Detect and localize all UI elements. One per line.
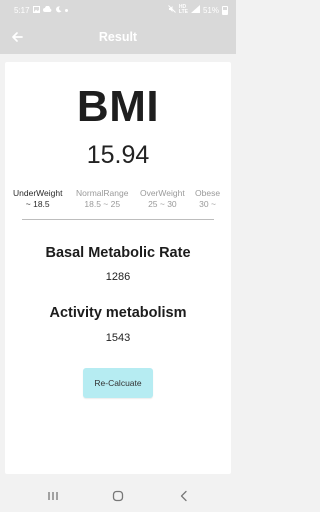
signal-icon xyxy=(190,5,200,15)
range-overweight: OverWeight 25 ~ 30 xyxy=(140,188,185,210)
home-icon xyxy=(112,490,124,502)
back-button[interactable] xyxy=(8,28,26,46)
cloud-icon xyxy=(42,5,52,14)
divider xyxy=(22,219,214,220)
moon-icon xyxy=(55,5,62,15)
page-title: Result xyxy=(98,30,138,44)
status-bar: 5:17 HD LTE 51% xyxy=(0,0,236,20)
arrow-left-icon xyxy=(12,32,23,42)
bmi-range-scale: UnderWeight ~ 18.5 NormalRange 18.5 ~ 25… xyxy=(5,188,231,214)
app-bar: Result xyxy=(0,20,236,54)
range-values: 18.5 ~ 25 xyxy=(84,199,121,209)
gallery-icon xyxy=(32,5,40,15)
mute-icon xyxy=(168,5,176,15)
recent-apps-icon xyxy=(48,492,58,500)
status-left: 5:17 xyxy=(14,5,68,15)
range-underweight: UnderWeight ~ 18.5 xyxy=(13,188,62,210)
range-normal: NormalRange 18.5 ~ 25 xyxy=(76,188,128,210)
status-right: HD LTE 51% xyxy=(168,5,228,15)
hd-lte-icon: HD LTE xyxy=(178,4,188,15)
recalculate-button[interactable]: Re-Calcuate xyxy=(83,368,153,398)
battery-icon xyxy=(222,5,228,15)
notification-dot-icon xyxy=(64,8,68,12)
chevron-left-icon xyxy=(180,490,187,502)
bmi-value: 15.94 xyxy=(86,141,150,169)
range-name: Obese xyxy=(195,188,221,198)
battery-text: 51% xyxy=(202,5,219,15)
range-values: 25 ~ 30 xyxy=(148,199,177,209)
range-obese: Obese 30 ~ xyxy=(195,188,220,210)
bmr-title: Basal Metabolic Rate xyxy=(45,245,191,261)
bmr-value: 1286 xyxy=(105,271,131,283)
recent-apps-button[interactable] xyxy=(43,487,63,505)
back-nav-button[interactable] xyxy=(174,487,194,505)
bmi-heading: BMI xyxy=(76,82,160,131)
range-name: NormalRange xyxy=(76,188,129,198)
range-values: 30 ~ xyxy=(199,199,216,209)
screen: 5:17 HD LTE 51% Result BMI 15.94 UnderWe… xyxy=(0,0,236,512)
activity-value: 1543 xyxy=(105,332,131,344)
range-name: UnderWeight xyxy=(13,188,63,198)
home-button[interactable] xyxy=(108,487,128,505)
status-time: 5:17 xyxy=(14,5,30,15)
range-values: ~ 18.5 xyxy=(25,199,50,209)
system-nav-bar xyxy=(0,480,236,512)
range-name: OverWeight xyxy=(140,188,185,198)
result-card: BMI 15.94 UnderWeight ~ 18.5 NormalRange… xyxy=(5,62,231,474)
activity-title: Activity metabolism xyxy=(49,305,187,321)
